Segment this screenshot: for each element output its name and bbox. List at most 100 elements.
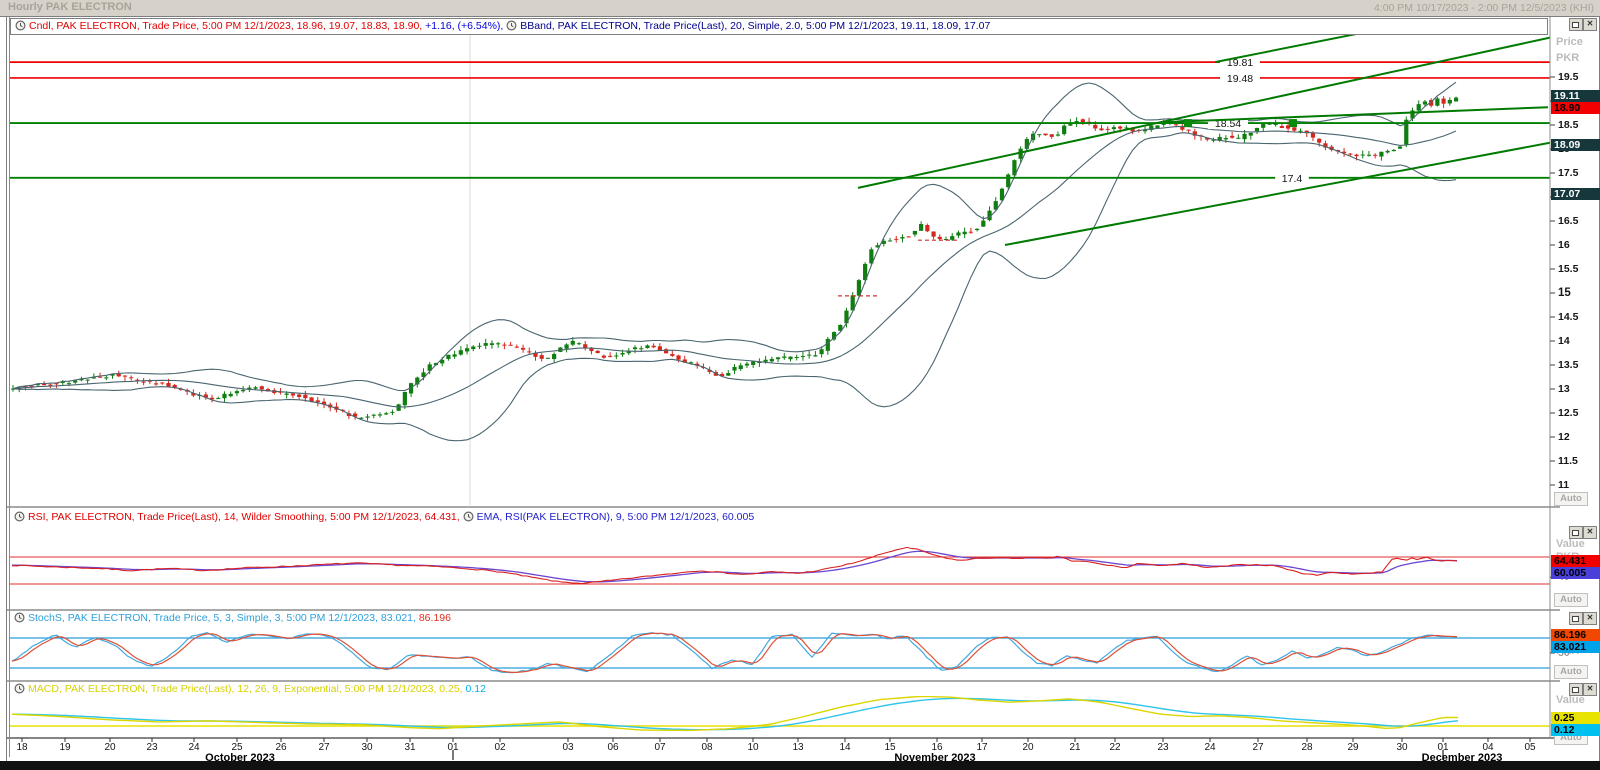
rsi-panel-window-controls: ✕ <box>1569 526 1599 539</box>
legend-text: EMA, RSI(PAK ELECTRON), 9, 5:00 PM 12/1/… <box>477 511 755 523</box>
time-axis-label: 03 <box>562 742 573 753</box>
legend-text: BBand, PAK ELECTRON, Trade Price(Last), … <box>520 20 990 32</box>
axis-title-value: Value <box>1556 538 1585 550</box>
chart-canvas[interactable]: 19.8119.4818.5417.4 <box>0 0 1600 770</box>
axis-tick-label: 13 <box>1558 383 1570 395</box>
value-badge: 60.005 <box>1551 567 1600 579</box>
close-icon[interactable]: ✕ <box>1583 18 1597 31</box>
time-axis-label: 30 <box>1396 742 1407 753</box>
time-axis-label: 18 <box>16 742 27 753</box>
auto-scale-button[interactable]: Auto <box>1554 492 1588 506</box>
time-axis-label: 01 <box>447 742 458 753</box>
minimize-icon[interactable] <box>1569 683 1583 696</box>
axis-tick-label: 17.5 <box>1558 167 1578 179</box>
price-panel[interactable]: 19.8119.4818.5417.4 <box>10 33 1550 505</box>
time-axis-label: 24 <box>1204 742 1215 753</box>
time-axis-label: 23 <box>1157 742 1168 753</box>
svg-text:19.48: 19.48 <box>1227 73 1253 85</box>
indicator-clock-icon[interactable] <box>463 511 474 522</box>
legend-text: 86.196 <box>419 612 451 624</box>
indicator-clock-icon[interactable] <box>15 20 26 31</box>
minimize-icon[interactable] <box>1569 18 1583 31</box>
value-badge: 18.09 <box>1551 139 1600 151</box>
time-axis-label: 10 <box>747 742 758 753</box>
chart-title: Hourly PAK ELECTRON <box>8 1 132 13</box>
axis-tick-label: 15 <box>1558 287 1571 299</box>
time-axis-label: 21 <box>1069 742 1080 753</box>
axis-tick-label: 12 <box>1558 431 1570 443</box>
svg-text:17.4: 17.4 <box>1282 173 1303 185</box>
rsi-panel[interactable] <box>10 547 1550 584</box>
value-badge: 0.25 <box>1551 712 1600 724</box>
time-axis-label: 13 <box>792 742 803 753</box>
axis-tick-label: 11.5 <box>1558 455 1578 467</box>
axis-tick-label: 11 <box>1558 479 1569 491</box>
time-axis-label: 28 <box>1301 742 1312 753</box>
indicator-clock-icon[interactable] <box>14 511 25 522</box>
indicator-clock-icon[interactable] <box>506 20 517 31</box>
month-label: November 2023 <box>894 752 975 764</box>
axis-tick-label: 18.5 <box>1558 119 1578 131</box>
macd-panel[interactable] <box>10 697 1550 731</box>
time-axis-label: 06 <box>607 742 618 753</box>
legend-text: 0.12 <box>466 683 486 695</box>
stoch-panel-legend: StochS, PAK ELECTRON, Trade Price, 5, 3,… <box>14 611 451 625</box>
axis-title-price: Price <box>1556 36 1583 48</box>
time-axis-label: 26 <box>275 742 286 753</box>
legend-text: MACD, PAK ELECTRON, Trade Price(Last), 1… <box>28 683 466 695</box>
time-axis-label: 20 <box>1022 742 1033 753</box>
auto-scale-button[interactable]: Auto <box>1554 665 1588 679</box>
indicator-clock-icon[interactable] <box>14 683 25 694</box>
time-axis-label: 24 <box>188 742 199 753</box>
month-label: October 2023 <box>205 752 275 764</box>
axis-tick-label: 13.5 <box>1558 359 1578 371</box>
macd-panel-window-controls: ✕ <box>1569 683 1599 696</box>
value-badge: 17.07 <box>1551 188 1600 200</box>
minimize-icon[interactable] <box>1569 612 1583 625</box>
axis-tick-label: 16.5 <box>1558 215 1578 227</box>
legend-text: StochS, PAK ELECTRON, Trade Price, 5, 3,… <box>28 612 419 624</box>
minimize-icon[interactable] <box>1569 526 1583 539</box>
value-badge: 64.431 <box>1551 555 1600 567</box>
time-axis-label: 07 <box>654 742 665 753</box>
close-icon[interactable]: ✕ <box>1583 526 1597 539</box>
value-badge: 18.90 <box>1551 102 1600 114</box>
value-badge: 0.12 <box>1551 724 1600 736</box>
auto-scale-button[interactable]: Auto <box>1554 593 1588 607</box>
time-axis-label: 27 <box>318 742 329 753</box>
value-badge: 19.11 <box>1551 90 1600 102</box>
indicator-clock-icon[interactable] <box>14 612 25 623</box>
value-badge: 83.021 <box>1551 641 1600 653</box>
legend-text: +1.16, (+6.54%), <box>425 20 506 32</box>
axis-tick-label: 19.5 <box>1558 71 1578 83</box>
value-badge: 86.196 <box>1551 629 1600 641</box>
legend-text: RSI, PAK ELECTRON, Trade Price(Last), 14… <box>28 511 463 523</box>
time-axis-label: 23 <box>146 742 157 753</box>
axis-title-pkr: PKR <box>1556 52 1579 64</box>
date-range-label: 4:00 PM 10/17/2023 - 2:00 PM 12/5/2023 (… <box>1374 2 1594 14</box>
price-panel-legend: Cndl, PAK ELECTRON, Trade Price, 5:00 PM… <box>10 18 1548 35</box>
chart-window: 19.8119.4818.5417.4 Hourly PAK ELECTRON … <box>0 0 1600 770</box>
axis-tick-label: 16 <box>1558 239 1570 251</box>
time-axis-label: 20 <box>104 742 115 753</box>
time-axis-label: 17 <box>976 742 987 753</box>
stoch-panel[interactable] <box>10 633 1550 673</box>
window-titlebar[interactable]: Hourly PAK ELECTRON 4:00 PM 10/17/2023 -… <box>0 0 1600 17</box>
time-axis-label: 29 <box>1347 742 1358 753</box>
time-axis-label: 22 <box>1109 742 1120 753</box>
stoch-panel-window-controls: ✕ <box>1569 612 1599 625</box>
macd-panel-legend: MACD, PAK ELECTRON, Trade Price(Last), 1… <box>14 682 486 696</box>
axis-tick-label: 14 <box>1558 335 1570 347</box>
axis-tick-label: 14.5 <box>1558 311 1578 323</box>
close-icon[interactable]: ✕ <box>1583 683 1597 696</box>
close-icon[interactable]: ✕ <box>1583 612 1597 625</box>
time-axis-label: 02 <box>494 742 505 753</box>
time-axis-label: 08 <box>701 742 712 753</box>
time-axis-label: 14 <box>839 742 850 753</box>
time-axis-label: 31 <box>404 742 415 753</box>
price-panel-window-controls: ✕ <box>1569 18 1599 31</box>
time-axis-label: 30 <box>361 742 372 753</box>
rsi-panel-legend: RSI, PAK ELECTRON, Trade Price(Last), 14… <box>14 510 754 524</box>
legend-text: Cndl, PAK ELECTRON, Trade Price, 5:00 PM… <box>29 20 425 32</box>
month-label: December 2023 <box>1422 752 1503 764</box>
